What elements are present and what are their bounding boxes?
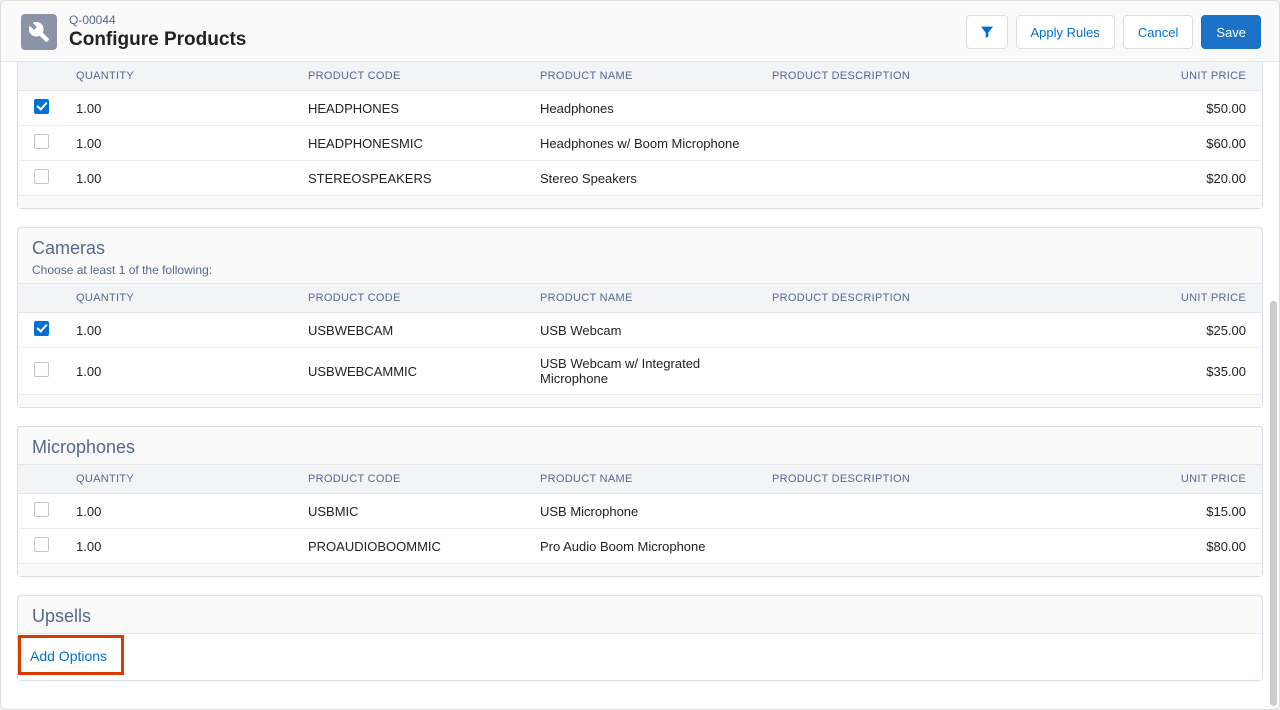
- product-group: QUANTITY PRODUCT CODE PRODUCT NAME PRODU…: [17, 62, 1263, 209]
- col-product-code: PRODUCT CODE: [296, 284, 528, 313]
- cell-code: USBMIC: [296, 494, 528, 529]
- cell-quantity: 1.00: [64, 126, 296, 161]
- group-footer: [18, 196, 1262, 208]
- vertical-scrollbar[interactable]: [1269, 1, 1279, 710]
- group-title: Microphones: [32, 437, 1248, 458]
- filter-button[interactable]: [966, 15, 1008, 49]
- group-subtitle: Choose at least 1 of the following:: [32, 263, 1248, 277]
- product-group-upsells: Upsells Add Options: [17, 595, 1263, 681]
- product-group-microphones: Microphones QUANTITY PRODUCT CODE PRODUC…: [17, 426, 1263, 577]
- col-quantity: QUANTITY: [64, 62, 296, 91]
- cell-desc: [760, 161, 1142, 196]
- apply-rules-button[interactable]: Apply Rules: [1016, 15, 1115, 49]
- cell-price: $50.00: [1142, 91, 1262, 126]
- wrench-icon: [21, 14, 57, 50]
- col-product-description: PRODUCT DESCRIPTION: [760, 284, 1142, 313]
- cell-quantity: 1.00: [64, 91, 296, 126]
- cell-code: USBWEBCAMMIC: [296, 348, 528, 395]
- cell-quantity: 1.00: [64, 313, 296, 348]
- col-quantity: QUANTITY: [64, 284, 296, 313]
- product-table: QUANTITY PRODUCT CODE PRODUCT NAME PRODU…: [18, 283, 1262, 395]
- row-checkbox[interactable]: [34, 321, 49, 336]
- cell-price: $15.00: [1142, 494, 1262, 529]
- content-area: QUANTITY PRODUCT CODE PRODUCT NAME PRODU…: [1, 62, 1279, 697]
- group-title: Upsells: [32, 606, 1248, 627]
- col-unit-price: UNIT PRICE: [1142, 62, 1262, 91]
- cell-code: HEADPHONESMIC: [296, 126, 528, 161]
- col-checkbox: [18, 284, 64, 313]
- table-row: 1.00 USBWEBCAMMIC USB Webcam w/ Integrat…: [18, 348, 1262, 395]
- col-quantity: QUANTITY: [64, 465, 296, 494]
- cell-quantity: 1.00: [64, 494, 296, 529]
- cell-desc: [760, 348, 1142, 395]
- col-product-description: PRODUCT DESCRIPTION: [760, 62, 1142, 91]
- cell-price: $20.00: [1142, 161, 1262, 196]
- col-checkbox: [18, 465, 64, 494]
- cell-price: $25.00: [1142, 313, 1262, 348]
- col-unit-price: UNIT PRICE: [1142, 284, 1262, 313]
- cell-name: Pro Audio Boom Microphone: [528, 529, 760, 564]
- table-row: 1.00 STEREOSPEAKERS Stereo Speakers $20.…: [18, 161, 1262, 196]
- cell-desc: [760, 494, 1142, 529]
- cancel-button[interactable]: Cancel: [1123, 15, 1193, 49]
- col-product-name: PRODUCT NAME: [528, 62, 760, 91]
- scrollbar-thumb[interactable]: [1270, 301, 1277, 706]
- filter-icon: [979, 24, 995, 40]
- page-title: Configure Products: [69, 29, 246, 51]
- col-product-description: PRODUCT DESCRIPTION: [760, 465, 1142, 494]
- cell-name: USB Microphone: [528, 494, 760, 529]
- table-row: 1.00 HEADPHONES Headphones $50.00: [18, 91, 1262, 126]
- row-checkbox[interactable]: [34, 502, 49, 517]
- cell-desc: [760, 126, 1142, 161]
- cell-price: $35.00: [1142, 348, 1262, 395]
- col-product-name: PRODUCT NAME: [528, 465, 760, 494]
- col-product-code: PRODUCT CODE: [296, 465, 528, 494]
- quote-number: Q-00044: [69, 13, 246, 27]
- row-checkbox[interactable]: [34, 134, 49, 149]
- product-table: QUANTITY PRODUCT CODE PRODUCT NAME PRODU…: [18, 62, 1262, 196]
- cell-name: Stereo Speakers: [528, 161, 760, 196]
- cell-name: Headphones: [528, 91, 760, 126]
- col-checkbox: [18, 62, 64, 91]
- cell-quantity: 1.00: [64, 348, 296, 395]
- cell-code: USBWEBCAM: [296, 313, 528, 348]
- product-table: QUANTITY PRODUCT CODE PRODUCT NAME PRODU…: [18, 464, 1262, 564]
- col-product-code: PRODUCT CODE: [296, 62, 528, 91]
- cell-quantity: 1.00: [64, 161, 296, 196]
- group-footer: [18, 564, 1262, 576]
- page-header: Q-00044 Configure Products Apply Rules C…: [1, 1, 1279, 62]
- cell-name: USB Webcam w/ Integrated Microphone: [528, 348, 760, 395]
- col-unit-price: UNIT PRICE: [1142, 465, 1262, 494]
- group-footer: [18, 395, 1262, 407]
- cell-code: STEREOSPEAKERS: [296, 161, 528, 196]
- cell-price: $80.00: [1142, 529, 1262, 564]
- cell-desc: [760, 91, 1142, 126]
- table-row: 1.00 PROAUDIOBOOMMIC Pro Audio Boom Micr…: [18, 529, 1262, 564]
- row-checkbox[interactable]: [34, 537, 49, 552]
- cell-name: USB Webcam: [528, 313, 760, 348]
- cell-name: Headphones w/ Boom Microphone: [528, 126, 760, 161]
- row-checkbox[interactable]: [34, 99, 49, 114]
- cell-desc: [760, 313, 1142, 348]
- add-options-link[interactable]: Add Options: [24, 644, 113, 668]
- cell-code: HEADPHONES: [296, 91, 528, 126]
- table-row: 1.00 USBWEBCAM USB Webcam $25.00: [18, 313, 1262, 348]
- col-product-name: PRODUCT NAME: [528, 284, 760, 313]
- group-title: Cameras: [32, 238, 1248, 259]
- row-checkbox[interactable]: [34, 362, 49, 377]
- table-row: 1.00 HEADPHONESMIC Headphones w/ Boom Mi…: [18, 126, 1262, 161]
- save-button[interactable]: Save: [1201, 15, 1261, 49]
- cell-quantity: 1.00: [64, 529, 296, 564]
- cell-desc: [760, 529, 1142, 564]
- cell-price: $60.00: [1142, 126, 1262, 161]
- table-row: 1.00 USBMIC USB Microphone $15.00: [18, 494, 1262, 529]
- product-group-cameras: Cameras Choose at least 1 of the followi…: [17, 227, 1263, 408]
- cell-code: PROAUDIOBOOMMIC: [296, 529, 528, 564]
- row-checkbox[interactable]: [34, 169, 49, 184]
